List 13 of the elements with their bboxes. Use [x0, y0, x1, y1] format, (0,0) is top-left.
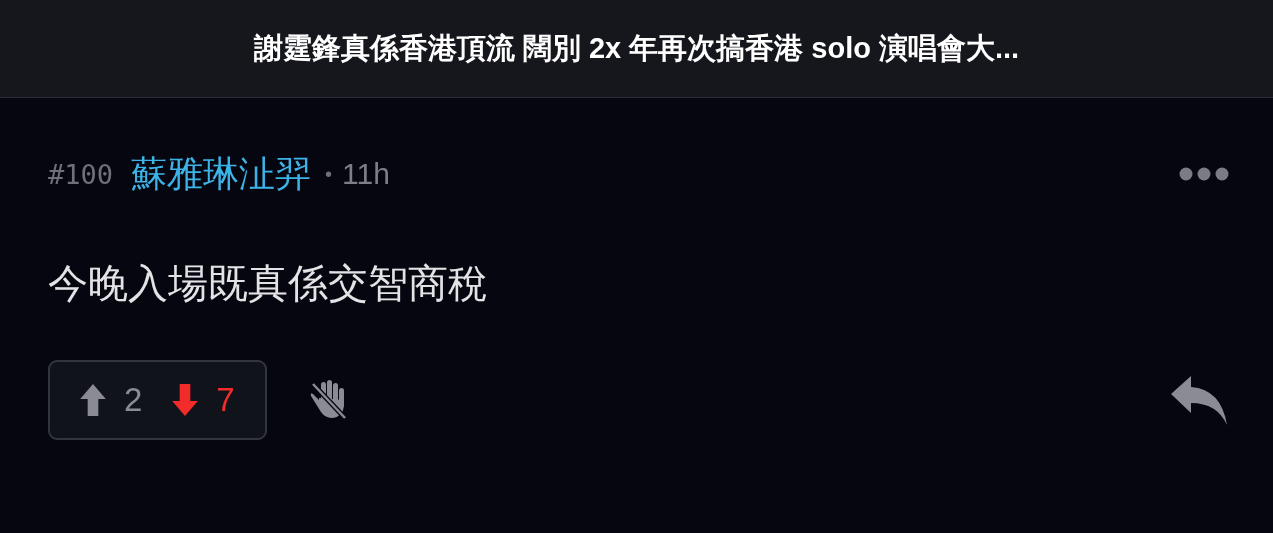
author-name[interactable]: 蘇雅琳沚羿	[131, 149, 312, 199]
post-content: 今晚入場既真係交智商稅	[48, 260, 489, 307]
thread-title: 謝霆鋒真係香港頂流 闊別 2x 年再次搞香港 solo 演唱會大...	[253, 30, 1020, 66]
post-number: #100	[48, 158, 114, 190]
up-arrow-icon	[80, 384, 106, 416]
downvote-button[interactable]: 7	[172, 381, 235, 419]
upvote-button[interactable]: 2	[80, 381, 143, 419]
separator-dot: •	[325, 162, 333, 186]
down-arrow-icon	[172, 384, 199, 416]
reply-icon[interactable]	[1169, 375, 1229, 425]
hand-off-icon[interactable]	[308, 380, 347, 420]
more-icon[interactable]	[1179, 167, 1229, 181]
post-time: 11h	[342, 157, 390, 191]
